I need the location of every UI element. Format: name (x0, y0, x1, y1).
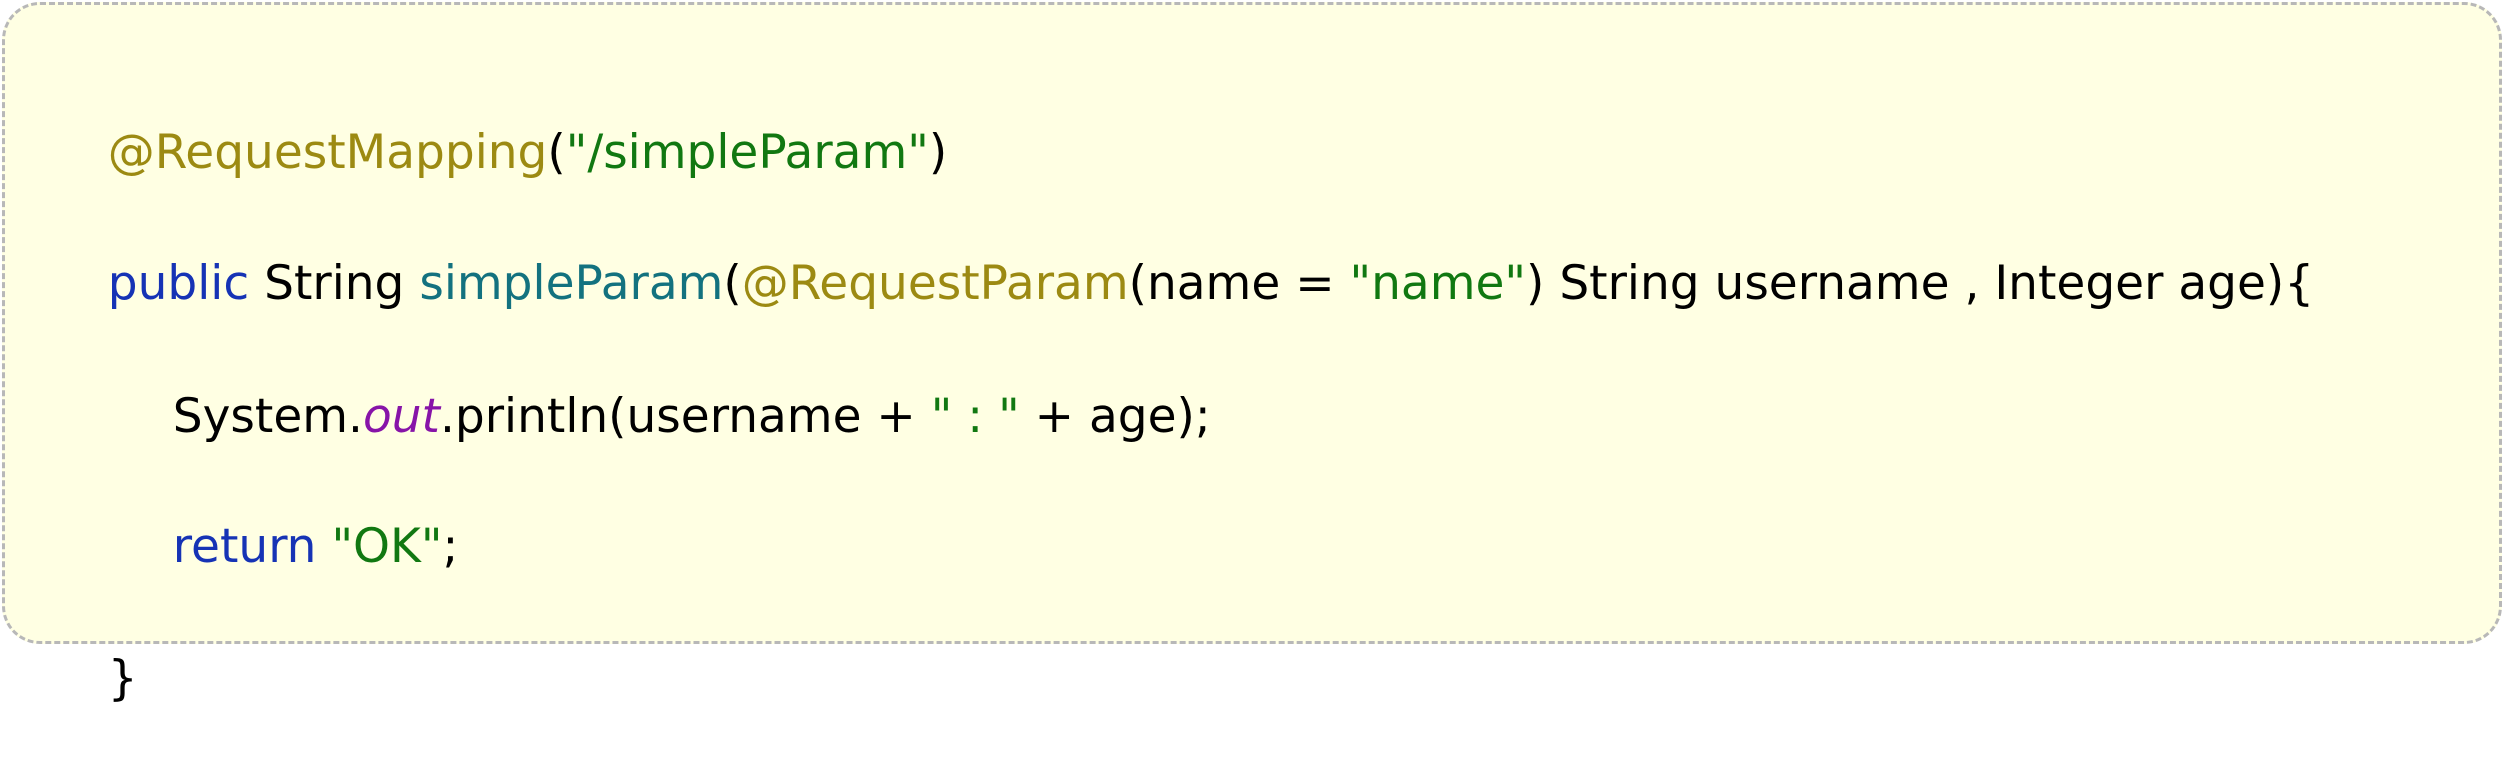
method-parameters: ) String username , Integer age){ (1526, 256, 2315, 311)
request-param-name-value: "name" (1349, 256, 1527, 311)
request-param-annotation: @RequestParam (741, 256, 1129, 311)
return-type-string: String (249, 256, 420, 311)
code-line-println: System.out.println(username + " : " + ag… (113, 321, 1211, 444)
code-line-closing-brace: } (48, 583, 138, 706)
return-value-ok: "OK" (331, 519, 443, 574)
code-line-method-signature: public String simpleParam(@RequestParam(… (48, 188, 2314, 311)
code-snippet-panel: @RequestMapping("/simpleParam") public S… (2, 2, 2502, 706)
code-line-request-mapping: @RequestMapping("/simpleParam") (48, 57, 947, 180)
separator-string: " : " (930, 389, 1020, 444)
public-keyword: public (107, 256, 250, 311)
request-mapping-path: "/simpleParam" (565, 125, 929, 180)
request-mapping-open-paren: ( (547, 125, 566, 180)
return-space (316, 519, 331, 574)
system-class: System. (172, 389, 363, 444)
println-call: .println(username + (439, 389, 931, 444)
return-keyword: return (172, 519, 317, 574)
method-name-simple-param: simpleParam (419, 256, 724, 311)
method-open-paren: ( (723, 256, 742, 311)
request-param-name-prefix: (name = (1128, 256, 1350, 311)
out-field: out (362, 389, 440, 444)
println-tail: + age); (1019, 389, 1211, 444)
request-mapping-annotation: @RequestMapping (107, 125, 548, 180)
return-semicolon: ; (442, 519, 459, 574)
request-mapping-close-paren: ) (928, 125, 948, 180)
code-line-return: return "OK"; (113, 451, 459, 574)
